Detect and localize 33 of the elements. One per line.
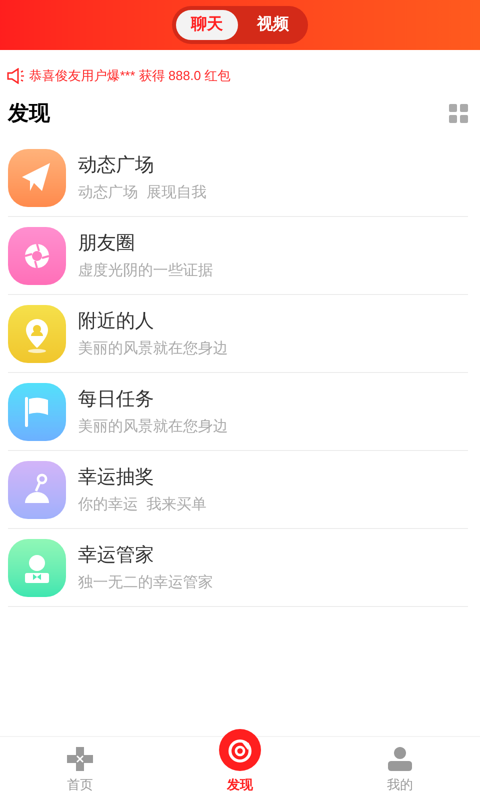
item-subtitle: 美丽的风景就在您身边 <box>78 418 228 434</box>
paper-plane-icon <box>8 148 66 206</box>
flag-icon <box>8 382 66 440</box>
item-title: 动态广场 <box>78 156 155 174</box>
item-title: 朋友圈 <box>78 234 136 252</box>
speaker-icon <box>7 68 25 84</box>
item-title: 幸运管家 <box>78 546 155 564</box>
item-subtitle: 虚度光阴的一些证据 <box>78 262 213 278</box>
joystick-icon <box>8 460 66 518</box>
menu-item[interactable]: 附近的人 美丽的风景就在您身边 <box>8 295 468 373</box>
menu-item[interactable]: 幸运抽奖 你的幸运 我来买单 <box>8 451 468 529</box>
item-title: 幸运抽奖 <box>78 468 155 486</box>
aperture-icon <box>8 226 66 284</box>
target-icon <box>219 728 261 770</box>
person-icon <box>8 538 66 596</box>
item-title: 附近的人 <box>78 312 155 330</box>
dpad-icon <box>67 746 93 770</box>
item-subtitle: 动态广场 展现自我 <box>78 184 206 200</box>
menu-item[interactable]: 朋友圈 虚度光阴的一些证据 <box>8 217 468 295</box>
item-subtitle: 独一无二的幸运管家 <box>78 574 213 590</box>
user-icon <box>388 746 412 770</box>
notice-text: 恭喜俊友用户爆*** 获得 888.0 红包 <box>29 67 231 85</box>
menu-item[interactable]: 每日任务 美丽的风景就在您身边 <box>8 373 468 451</box>
menu-item[interactable]: 动态广场 动态广场 展现自我 <box>8 139 468 217</box>
item-subtitle: 你的幸运 我来买单 <box>78 496 206 512</box>
header-tab[interactable]: 视频 <box>242 10 304 40</box>
location-pin-icon <box>8 304 66 362</box>
nav-tab[interactable]: 发现 <box>160 728 320 794</box>
item-title: 每日任务 <box>78 390 155 408</box>
section-title: 发现 <box>8 100 50 126</box>
grid-icon[interactable] <box>449 104 468 123</box>
item-subtitle: 美丽的风景就在您身边 <box>78 340 228 356</box>
menu-item[interactable]: 幸运管家 独一无二的幸运管家 <box>8 529 468 607</box>
